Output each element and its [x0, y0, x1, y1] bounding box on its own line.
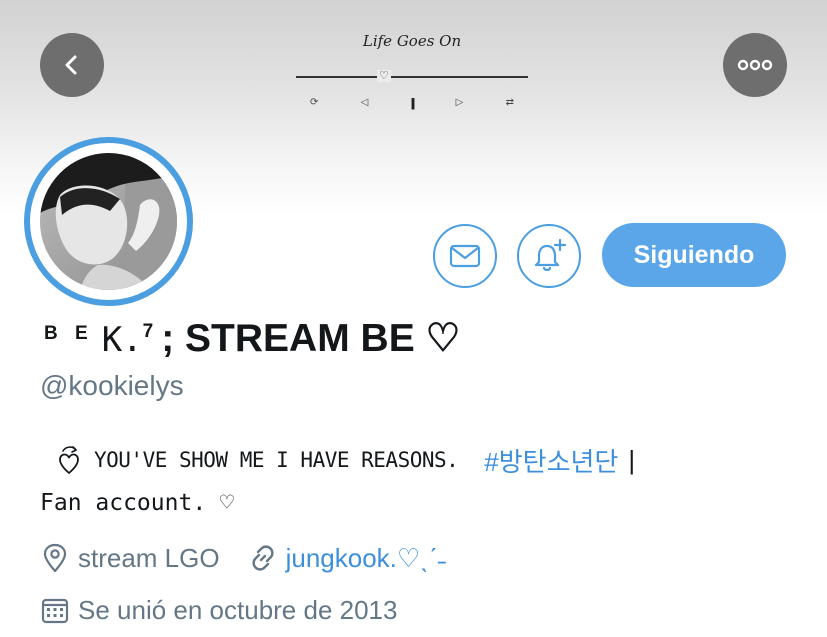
location-pin-icon [40, 541, 70, 575]
display-name-k: K. [101, 320, 143, 360]
mail-icon [449, 244, 481, 268]
bio-separator: | [628, 444, 636, 475]
more-horizontal-icon [737, 59, 773, 71]
player-controls: ⟳ ◁ || ▷ ⇄ [310, 96, 514, 110]
chevron-left-icon [65, 55, 77, 75]
progress-heart-icon: ♡ [377, 70, 391, 82]
profile-joined-date: Se unió en octubre de 2013 [78, 594, 398, 625]
back-button[interactable] [40, 33, 104, 97]
username-handle: @kookielys [40, 370, 184, 401]
bio-line-2: Fan account. ♡ [40, 490, 234, 516]
hashtag-link[interactable]: #방탄소년단 [484, 442, 618, 479]
link-icon [248, 541, 278, 575]
profile-location: stream LGO [78, 542, 220, 573]
following-button[interactable]: Siguiendo [602, 223, 786, 287]
music-player-banner: Life Goes On ♡ ⟳ ◁ || ▷ ⇄ [296, 28, 528, 118]
heart-arrow-icon [58, 443, 80, 477]
profile-joined-row: Se unió en octubre de 2013 [40, 593, 397, 627]
message-button[interactable] [433, 224, 497, 288]
display-name: B E K. 7 ; STREAM BE ♡ [44, 316, 461, 364]
song-title: Life Goes On [362, 32, 462, 50]
bio-quote: YOU'VE SHOW ME I HAVE REASONS. [94, 448, 459, 472]
avatar-photo [40, 153, 177, 290]
repeat-icon: ⟳ [310, 97, 319, 108]
bio-line-1: YOU'VE SHOW ME I HAVE REASONS. #방탄소년단 | [58, 438, 635, 482]
display-name-letters: B E [44, 323, 94, 344]
notifications-button[interactable] [517, 224, 581, 288]
shuffle-icon: ⇄ [505, 97, 514, 108]
previous-icon: ◁ [360, 97, 369, 108]
pause-icon: || [410, 96, 416, 110]
display-name-main: ; STREAM BE ♡ [161, 317, 461, 360]
profile-website-link[interactable]: jungkook.♡ˎˊ˗ [286, 543, 447, 574]
next-icon: ▷ [455, 97, 464, 108]
more-options-button[interactable] [723, 33, 787, 97]
calendar-icon [40, 593, 70, 627]
display-name-superscript: 7 [142, 321, 154, 342]
bell-plus-icon [534, 238, 567, 271]
progress-track [296, 76, 528, 78]
avatar[interactable] [24, 137, 193, 306]
profile-meta-row: stream LGO jungkook.♡ˎˊ˗ [40, 541, 446, 575]
